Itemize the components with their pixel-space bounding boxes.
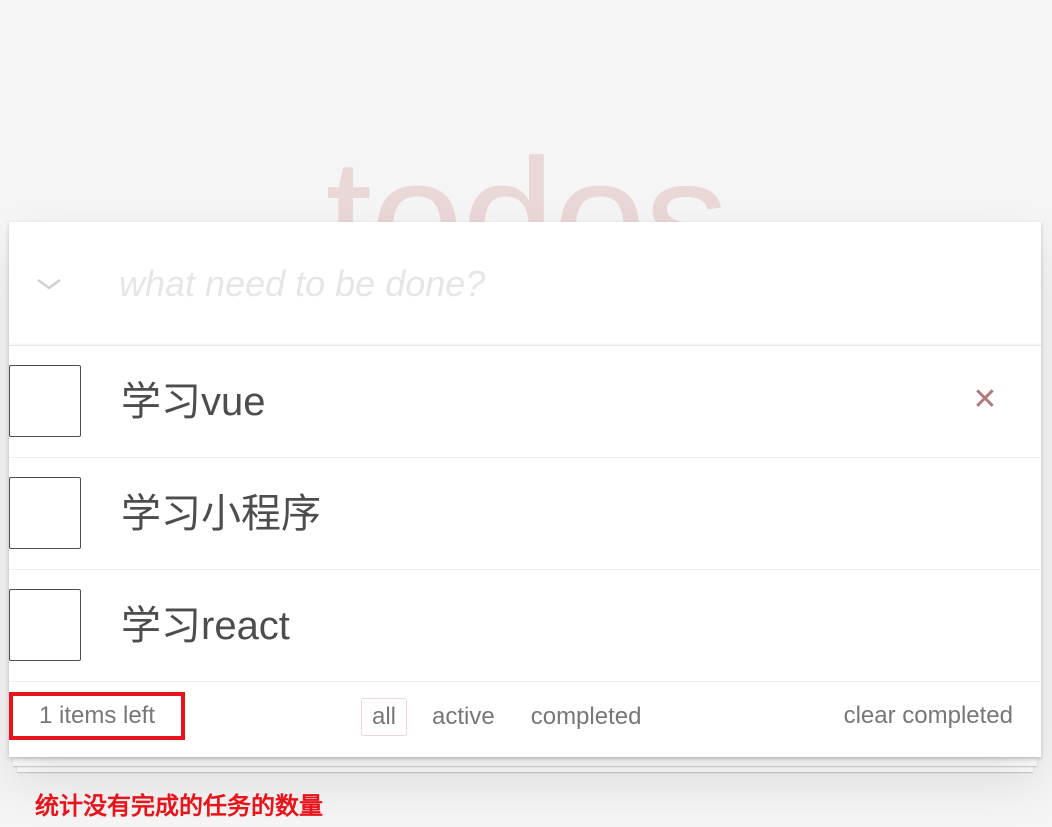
list-stack-shadow (13, 758, 1037, 766)
filter-active[interactable]: active (421, 698, 506, 736)
annotation-text: 统计没有完成的任务的数量 (35, 792, 323, 820)
todo-checkbox[interactable] (9, 365, 81, 437)
items-left-count: 1 items left (9, 692, 185, 740)
todo-item: 学习vue ✕ (9, 346, 1041, 458)
clear-completed-button[interactable]: clear completed (844, 702, 1013, 730)
todo-checkbox[interactable] (9, 477, 81, 549)
filter-completed[interactable]: completed (520, 698, 653, 736)
todo-item: 学习小程序 (9, 458, 1041, 570)
todo-checkbox[interactable] (9, 589, 81, 661)
filter-tabs: all active completed (361, 698, 652, 736)
chevron-down-icon[interactable] (33, 268, 65, 300)
todo-app: 学习vue ✕ 学习小程序 学习react 1 items left all a… (9, 222, 1041, 757)
todo-item: 学习react (9, 570, 1041, 682)
filter-all[interactable]: all (361, 698, 408, 736)
new-todo-header (9, 222, 1041, 346)
todo-label[interactable]: 学习react (121, 598, 290, 654)
todo-label[interactable]: 学习vue (121, 374, 266, 430)
todo-footer: 1 items left all active completed clear … (9, 682, 1041, 757)
new-todo-input[interactable] (109, 256, 989, 312)
todo-label[interactable]: 学习小程序 (121, 486, 321, 542)
close-icon[interactable]: ✕ (969, 380, 1001, 420)
